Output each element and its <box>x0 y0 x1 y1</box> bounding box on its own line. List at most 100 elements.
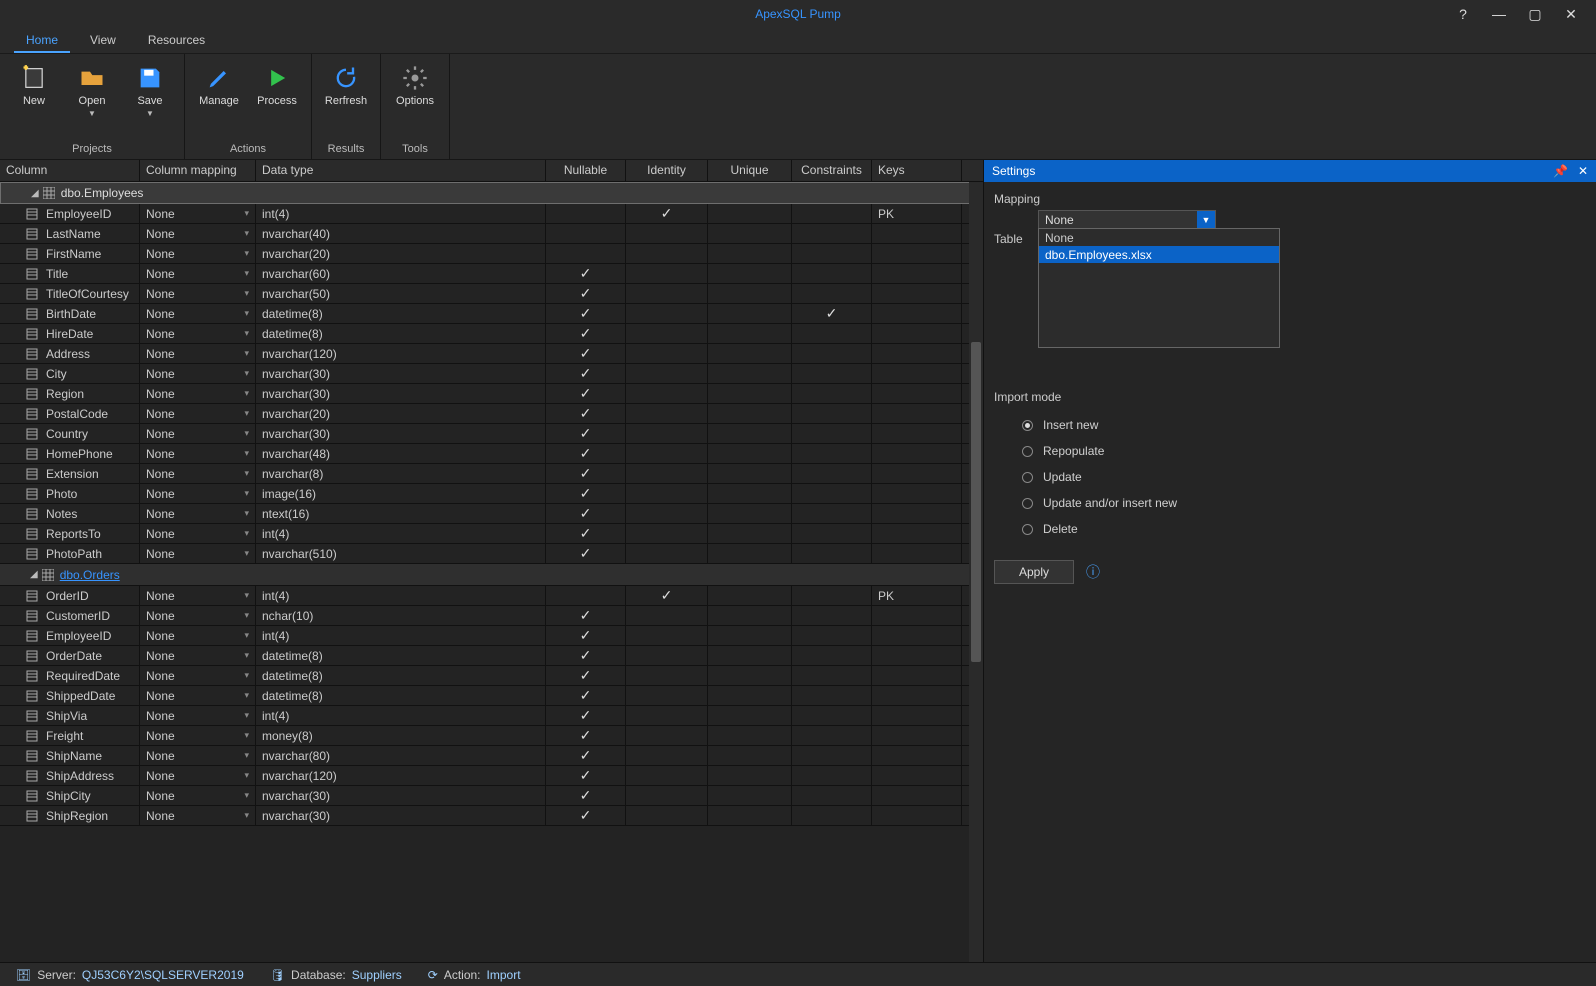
help-button[interactable]: ? <box>1454 6 1472 23</box>
column-mapping-cell[interactable]: None▾ <box>140 484 256 503</box>
table-row[interactable]: PostalCodeNone▾nvarchar(20)✓ <box>0 404 983 424</box>
column-mapping-cell[interactable]: None▾ <box>140 686 256 705</box>
open-button[interactable]: Open ▼ <box>66 60 118 141</box>
radio-repopulate[interactable]: Repopulate <box>994 438 1586 464</box>
col-header-constraints[interactable]: Constraints <box>792 160 872 181</box>
table-row[interactable]: RegionNone▾nvarchar(30)✓ <box>0 384 983 404</box>
col-header-column[interactable]: Column <box>0 160 140 181</box>
info-icon[interactable]: ⓘ <box>1086 562 1100 582</box>
column-mapping-cell[interactable]: None▾ <box>140 626 256 645</box>
table-header-row[interactable]: ◢dbo.Orders <box>0 564 983 586</box>
column-mapping-cell[interactable]: None▾ <box>140 746 256 765</box>
column-mapping-cell[interactable]: None▾ <box>140 786 256 805</box>
tab-view[interactable]: View <box>78 28 128 53</box>
column-mapping-cell[interactable]: None▾ <box>140 224 256 243</box>
maximize-button[interactable]: ▢ <box>1526 6 1544 23</box>
tab-home[interactable]: Home <box>14 28 70 53</box>
column-mapping-cell[interactable]: None▾ <box>140 666 256 685</box>
column-mapping-cell[interactable]: None▾ <box>140 344 256 363</box>
radio-update-insert[interactable]: Update and/or insert new <box>994 490 1586 516</box>
tab-resources[interactable]: Resources <box>136 28 217 53</box>
mapping-combobox[interactable]: None ▼ <box>1038 210 1216 230</box>
column-mapping-cell[interactable]: None▾ <box>140 504 256 523</box>
table-row[interactable]: FreightNone▾money(8)✓ <box>0 726 983 746</box>
table-row[interactable]: ShipNameNone▾nvarchar(80)✓ <box>0 746 983 766</box>
refresh-button[interactable]: Rerfresh <box>320 60 372 141</box>
table-row[interactable]: ShipCityNone▾nvarchar(30)✓ <box>0 786 983 806</box>
column-mapping-cell[interactable]: None▾ <box>140 586 256 605</box>
dropdown-option[interactable]: dbo.Employees.xlsx <box>1039 246 1279 263</box>
column-mapping-cell[interactable]: None▾ <box>140 364 256 383</box>
table-row[interactable]: EmployeeIDNone▾int(4)✓ <box>0 626 983 646</box>
table-row[interactable]: EmployeeIDNone▾int(4)✓PK <box>0 204 983 224</box>
table-row[interactable]: TitleNone▾nvarchar(60)✓ <box>0 264 983 284</box>
close-button[interactable]: ✕ <box>1562 6 1580 23</box>
column-mapping-cell[interactable]: None▾ <box>140 284 256 303</box>
col-header-nullable[interactable]: Nullable <box>546 160 626 181</box>
col-header-mapping[interactable]: Column mapping <box>140 160 256 181</box>
column-mapping-cell[interactable]: None▾ <box>140 524 256 543</box>
column-mapping-cell[interactable]: None▾ <box>140 606 256 625</box>
table-row[interactable]: CustomerIDNone▾nchar(10)✓ <box>0 606 983 626</box>
column-mapping-cell[interactable]: None▾ <box>140 424 256 443</box>
chevron-down-icon[interactable]: ▼ <box>1197 211 1215 229</box>
table-row[interactable]: TitleOfCourtesyNone▾nvarchar(50)✓ <box>0 284 983 304</box>
column-mapping-cell[interactable]: None▾ <box>140 766 256 785</box>
column-mapping-cell[interactable]: None▾ <box>140 646 256 665</box>
mapping-dropdown-list[interactable]: None dbo.Employees.xlsx <box>1038 228 1280 348</box>
column-mapping-cell[interactable]: None▾ <box>140 264 256 283</box>
column-mapping-cell[interactable]: None▾ <box>140 404 256 423</box>
scrollbar-thumb[interactable] <box>971 342 981 662</box>
column-mapping-cell[interactable]: None▾ <box>140 544 256 563</box>
table-row[interactable]: RequiredDateNone▾datetime(8)✓ <box>0 666 983 686</box>
table-row[interactable]: ShippedDateNone▾datetime(8)✓ <box>0 686 983 706</box>
table-row[interactable]: CityNone▾nvarchar(30)✓ <box>0 364 983 384</box>
column-mapping-cell[interactable]: None▾ <box>140 244 256 263</box>
column-mapping-cell[interactable]: None▾ <box>140 204 256 223</box>
table-row[interactable]: NotesNone▾ntext(16)✓ <box>0 504 983 524</box>
close-panel-icon[interactable]: ✕ <box>1578 164 1588 178</box>
table-row[interactable]: LastNameNone▾nvarchar(40) <box>0 224 983 244</box>
new-button[interactable]: New <box>8 60 60 141</box>
table-row[interactable]: ShipViaNone▾int(4)✓ <box>0 706 983 726</box>
col-header-keys[interactable]: Keys <box>872 160 962 181</box>
radio-insert-new[interactable]: Insert new <box>994 412 1586 438</box>
radio-delete[interactable]: Delete <box>994 516 1586 542</box>
table-row[interactable]: FirstNameNone▾nvarchar(20) <box>0 244 983 264</box>
table-row[interactable]: ShipRegionNone▾nvarchar(30)✓ <box>0 806 983 826</box>
pin-icon[interactable]: 📌 <box>1553 164 1568 178</box>
column-mapping-cell[interactable]: None▾ <box>140 324 256 343</box>
column-mapping-cell[interactable]: None▾ <box>140 706 256 725</box>
process-button[interactable]: Process <box>251 60 303 141</box>
table-row[interactable]: CountryNone▾nvarchar(30)✓ <box>0 424 983 444</box>
table-row[interactable]: OrderDateNone▾datetime(8)✓ <box>0 646 983 666</box>
table-row[interactable]: HireDateNone▾datetime(8)✓ <box>0 324 983 344</box>
save-button[interactable]: Save ▼ <box>124 60 176 141</box>
column-mapping-cell[interactable]: None▾ <box>140 464 256 483</box>
radio-update[interactable]: Update <box>994 464 1586 490</box>
apply-button[interactable]: Apply <box>994 560 1074 584</box>
vertical-scrollbar[interactable] <box>969 182 983 962</box>
column-mapping-cell[interactable]: None▾ <box>140 806 256 825</box>
minimize-button[interactable]: — <box>1490 6 1508 23</box>
column-mapping-cell[interactable]: None▾ <box>140 304 256 323</box>
col-header-datatype[interactable]: Data type <box>256 160 546 181</box>
table-row[interactable]: ReportsToNone▾int(4)✓ <box>0 524 983 544</box>
table-row[interactable]: PhotoNone▾image(16)✓ <box>0 484 983 504</box>
column-mapping-cell[interactable]: None▾ <box>140 384 256 403</box>
table-row[interactable]: HomePhoneNone▾nvarchar(48)✓ <box>0 444 983 464</box>
table-row[interactable]: AddressNone▾nvarchar(120)✓ <box>0 344 983 364</box>
dropdown-option[interactable]: None <box>1039 229 1279 246</box>
table-row[interactable]: ShipAddressNone▾nvarchar(120)✓ <box>0 766 983 786</box>
table-row[interactable]: OrderIDNone▾int(4)✓PK <box>0 586 983 606</box>
options-button[interactable]: Options <box>389 60 441 141</box>
col-header-identity[interactable]: Identity <box>626 160 708 181</box>
column-mapping-cell[interactable]: None▾ <box>140 444 256 463</box>
table-header-row[interactable]: ◢dbo.Employees <box>0 182 983 204</box>
table-row[interactable]: BirthDateNone▾datetime(8)✓✓ <box>0 304 983 324</box>
manage-button[interactable]: Manage <box>193 60 245 141</box>
table-row[interactable]: PhotoPathNone▾nvarchar(510)✓ <box>0 544 983 564</box>
col-header-unique[interactable]: Unique <box>708 160 792 181</box>
column-mapping-cell[interactable]: None▾ <box>140 726 256 745</box>
table-row[interactable]: ExtensionNone▾nvarchar(8)✓ <box>0 464 983 484</box>
